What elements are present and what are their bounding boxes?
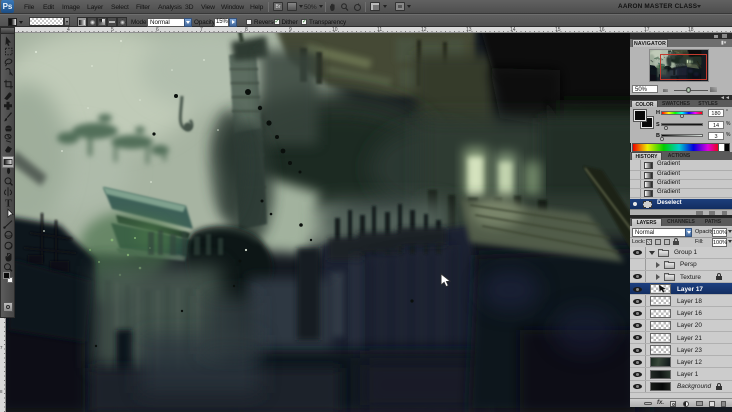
svg-text:T: T [5,199,12,210]
